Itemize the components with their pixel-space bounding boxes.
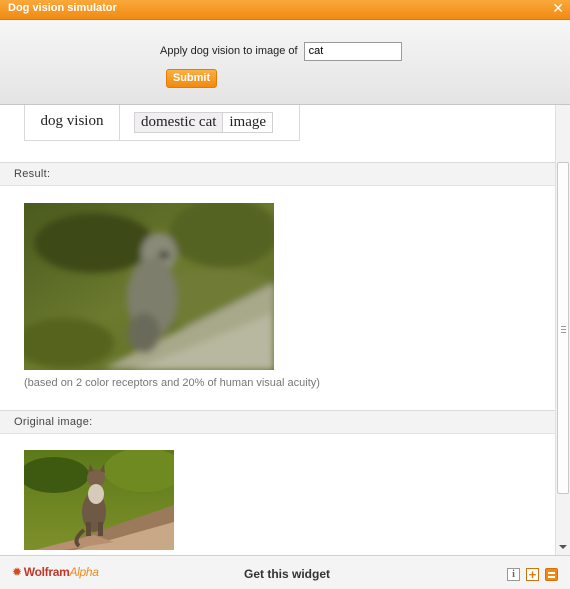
dog-vision-result-image (24, 203, 274, 370)
original-cat-image (24, 450, 174, 550)
info-icon[interactable]: i (507, 568, 520, 581)
result-pod-header: Result: (0, 162, 555, 186)
wolfram-alpha-logo[interactable]: ✹ Wolfram Alpha (12, 565, 99, 579)
results-scroll-area[interactable]: dog vision domestic cat image Result: (b… (0, 105, 570, 555)
title-bar: Dog vision simulator ✕ (0, 0, 570, 20)
window-title: Dog vision simulator (8, 2, 117, 14)
original-pod-header: Original image: (0, 410, 555, 434)
logo-alpha: Alpha (69, 565, 99, 579)
result-caption: (based on 2 color receptors and 20% of h… (24, 377, 320, 389)
input-form: Apply dog vision to image of Submit (0, 20, 570, 105)
widget-footer: ✹ Wolfram Alpha Get this widget i + (0, 555, 570, 589)
scroll-down-arrow-icon[interactable] (559, 545, 567, 549)
interpretation-chips: domestic cat image (134, 112, 274, 133)
interpretation-function: dog vision (25, 105, 120, 140)
query-input[interactable] (303, 41, 402, 61)
get-widget-link[interactable]: Get this widget (244, 567, 330, 581)
input-interpretation: dog vision domestic cat image (24, 105, 300, 141)
submit-button[interactable]: Submit (166, 69, 217, 88)
interpretation-chip: domestic cat (135, 113, 224, 132)
scrollbar-thumb[interactable] (557, 162, 569, 494)
interpretation-chip: image (229, 114, 267, 130)
logo-text: Wolfram (23, 565, 70, 579)
menu-icon[interactable] (545, 568, 558, 581)
wolfram-star-icon: ✹ (12, 565, 22, 579)
results-content: dog vision domestic cat image Result: (b… (0, 105, 555, 555)
close-icon[interactable]: ✕ (552, 0, 564, 16)
query-row: Apply dog vision to image of (160, 41, 402, 61)
query-label: Apply dog vision to image of (160, 45, 298, 57)
add-icon[interactable]: + (526, 568, 539, 581)
vertical-scrollbar[interactable] (555, 105, 570, 555)
